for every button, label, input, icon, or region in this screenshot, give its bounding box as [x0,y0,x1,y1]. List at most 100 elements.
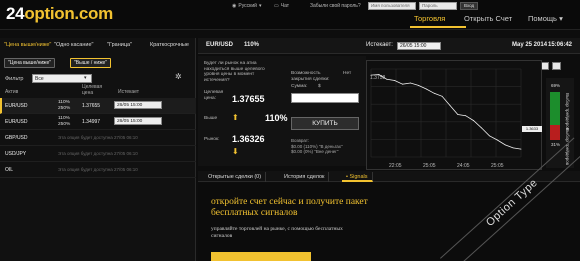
language-selector[interactable]: ◉ Русский ▾ [232,3,261,9]
asset-name: EUR/USD [5,103,28,109]
chat-link[interactable]: ▭ Чат [274,3,289,9]
username-field[interactable]: Имя пользователя [368,2,416,10]
chevron-down-icon: ▾ [84,75,87,81]
promo-title: откройте счет сейчас и получите пакет бе… [211,197,368,218]
chart-svg: 22:05 25:05 24:05 25:05 [370,68,522,169]
nav-open-account[interactable]: Открыть Счет [464,14,512,23]
availability-note: Эта опция будет доступна 27/05 06:10 [58,151,138,156]
trade-date: May 25 2014 [512,42,548,48]
price-point [496,139,498,141]
price-point [481,127,482,129]
asset-name: EUR/USD [5,119,28,125]
price-point [489,135,490,137]
amount-currency: $ [318,84,321,89]
nav-help-label: Помощь [528,14,557,23]
price-point [473,120,474,121]
tab-one-touch[interactable]: "Одно касание" [54,42,93,48]
chevron-down-icon: ▾ [559,14,563,23]
price-chart[interactable]: 22:05 25:05 24:05 25:05 [366,60,542,170]
expiry-select[interactable]: 26/05 15:00 [114,101,162,109]
tab-higher-lower[interactable]: "Цена выше/ниже" [4,42,51,48]
price-point [386,78,388,80]
price-point [394,80,396,81]
subtab-higher-lower[interactable]: "Цена выше/ниже" [4,58,56,68]
arrow-down-icon[interactable]: ⬇ [232,147,239,156]
column-expiry: Истекает [118,89,140,95]
asset-price: 1.37655 [82,103,101,109]
tab-boundary[interactable]: "Граница" [107,42,132,48]
logo-text: option.com [24,4,113,23]
tab-trade-history[interactable]: История сделок [280,172,330,182]
down-bar [550,125,560,140]
login-button[interactable]: Вход [460,2,479,10]
up-bar [550,92,560,125]
asset-name: OIL [5,167,14,173]
asset-name: GBP/USD [5,135,28,141]
filter-label: Фильтр [5,76,24,82]
buy-button[interactable]: КУПИТЬ [291,117,359,130]
price-tag: 1.3633 [522,126,542,132]
asset-name: USD/JPY [5,151,27,157]
trade-time: 15:06:42 [548,42,573,48]
trade-question: Будет ли рынок на атиа находиться выше ц… [204,61,265,83]
higher-payout: 110% [265,113,288,123]
arrow-up-icon[interactable]: ⬆ [232,113,239,122]
price-point [449,105,451,106]
asset-price: 1.34997 [82,119,101,125]
tab-signals[interactable]: • Signals [342,172,373,182]
price-point [457,114,459,115]
logo-number: 24 [6,4,25,23]
price-point [418,85,419,86]
expiry-select[interactable]: 26/05 15:00 [114,117,162,125]
chevron-down-icon: ▾ [258,3,262,9]
asset-payout: 110% 250% [58,100,71,111]
higher-label: Выше [204,116,218,121]
down-choice-label: Выбор трейдеров [565,128,570,166]
nav-active-indicator [410,26,466,28]
x-tick-label: 22:05 [389,163,402,169]
availability-note: Эта опция будет доступна 27/05 06:10 [58,167,138,172]
tab-signals-label: Signals [349,174,368,180]
chart-expand-tool[interactable] [552,62,561,70]
password-field[interactable]: Пароль [419,2,457,10]
x-tick-label: 25:05 [491,163,504,169]
amount-input[interactable] [291,93,359,103]
nav-help[interactable]: Помощь ▾ [528,14,563,23]
filter-select[interactable]: Все [32,74,92,83]
close-option-label: Возможность закрытия сделки: [291,71,330,82]
expiry-select[interactable]: 26/05 15:00 [397,42,441,50]
price-point [402,83,403,85]
up-percent: 69% [551,83,561,88]
chat-label: Чат [280,3,290,9]
column-asset: Актив [5,89,19,95]
return-info: Возврат: $0.00 (110%) "В деньгах" $0.00 … [291,138,343,154]
app-root: 24option.com ◉ Русский ▾ ▭ Чат Забыли свой … [0,0,580,261]
language-label: Русский [238,3,257,9]
tab-open-trades[interactable]: Открытые сделки (0) [204,172,267,182]
price-point [425,88,427,90]
up-choice-label: Выбор трейдеров [565,93,570,131]
y-tick-top: 1.3758 [370,75,386,81]
trade-asset: EUR/USD [206,42,234,48]
nav-trading[interactable]: Торговля [414,14,445,23]
down-percent: 31% [551,142,561,147]
trade-payout: 110% [244,42,260,48]
promo-button[interactable] [211,252,311,261]
logo[interactable]: 24option.com [6,4,113,24]
price-point [433,92,435,94]
forgot-password-link[interactable]: Забыли свой пароль? [310,3,361,9]
market-value: 1.36326 [232,134,265,144]
chat-icon: ▭ [274,3,279,9]
tab-short-term[interactable]: Краткосрочные [150,42,189,48]
availability-note: Эта опция будет доступна 27/05 06:10 [58,135,138,140]
market-label: Рынок: [204,137,220,142]
globe-icon: ◉ [232,3,237,9]
gear-icon[interactable]: ✲ [175,72,182,81]
subtab-above-below[interactable]: "Выше / ниже" [70,58,112,68]
expires-label: Истекает: [366,42,393,48]
price-point [504,144,506,146]
column-target: Целевая цена [82,84,103,96]
x-tick-label: 25:05 [423,163,436,169]
target-label: Целевая цена: [204,90,224,101]
price-point [410,82,411,84]
